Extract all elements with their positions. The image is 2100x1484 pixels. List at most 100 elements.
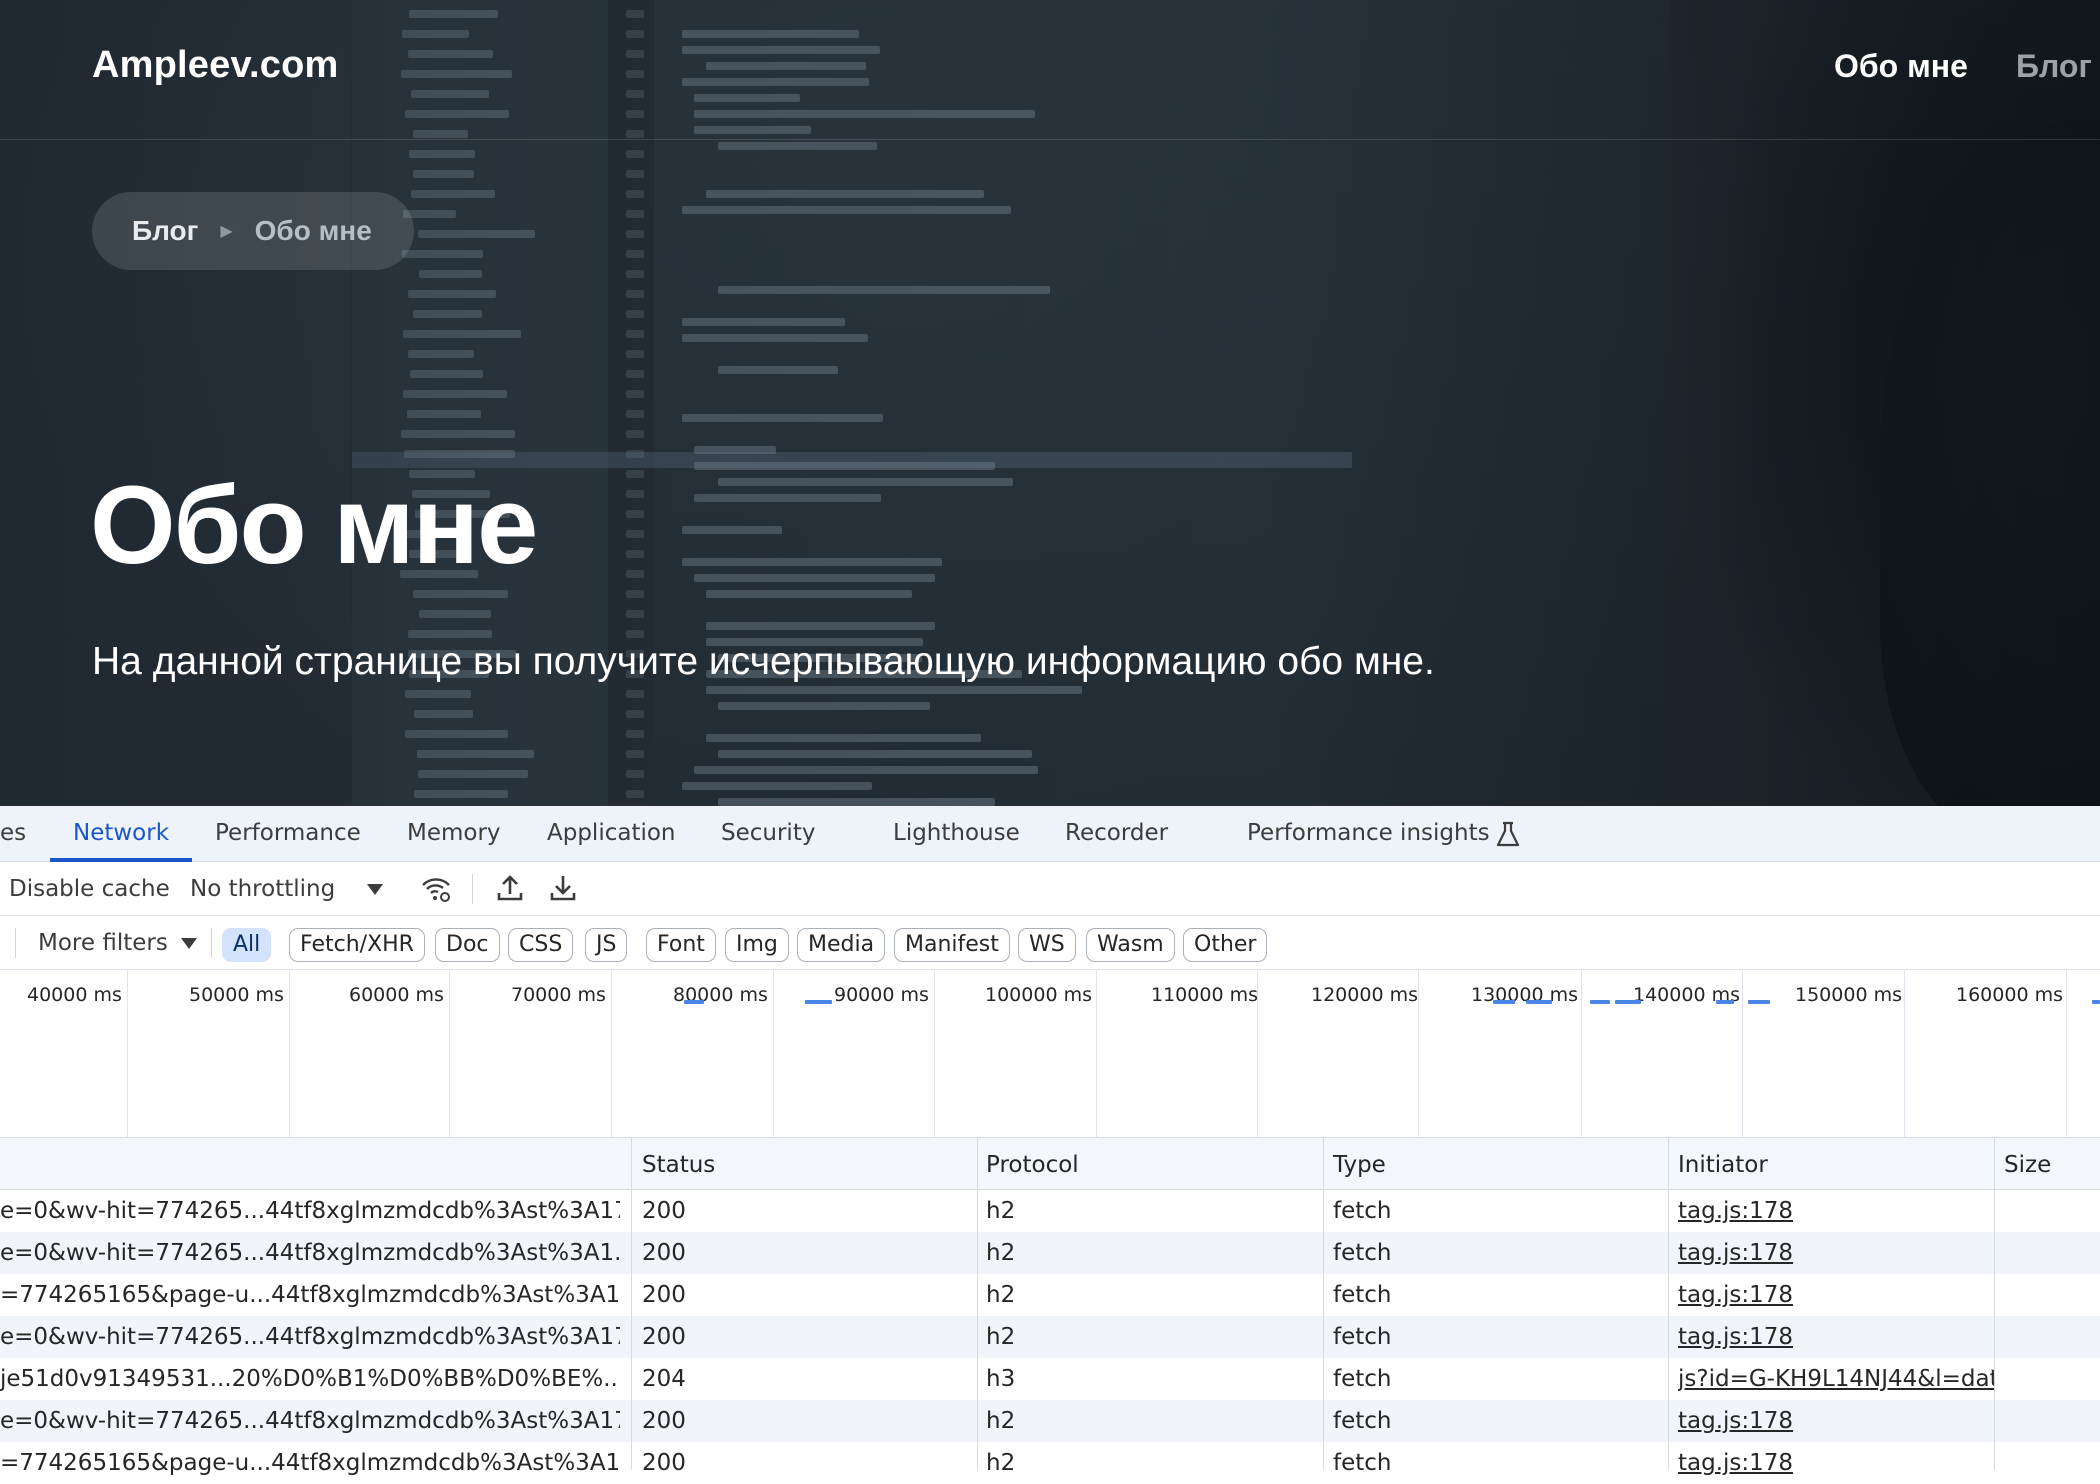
request-name-cell: e=0&wv-hit=774265...44tf8xglmzmdcdb%3Ast… bbox=[0, 1198, 620, 1224]
timeline-tick-label: 150000 ms bbox=[1795, 984, 1902, 1006]
disable-cache-checkbox[interactable]: Disable cache bbox=[9, 876, 170, 902]
filter-chip-img[interactable]: Img bbox=[725, 928, 789, 962]
column-divider bbox=[1323, 1138, 1324, 1470]
table-row[interactable]: e=0&wv-hit=774265...44tf8xglmzmdcdb%3Ast… bbox=[0, 1232, 2100, 1274]
tab-security[interactable]: Security bbox=[721, 820, 815, 846]
filter-chip-js[interactable]: JS bbox=[585, 928, 628, 962]
request-name-cell: e=0&wv-hit=774265...44tf8xglmzmdcdb%3Ast… bbox=[0, 1240, 620, 1266]
initiator-link[interactable]: tag.js:178 bbox=[1678, 1240, 1994, 1266]
table-row[interactable]: e=0&wv-hit=774265...44tf8xglmzmdcdb%3Ast… bbox=[0, 1316, 2100, 1358]
network-filter-bar: More filters All Fetch/XHR Doc CSS JS Fo… bbox=[0, 916, 2100, 970]
initiator-link[interactable]: js?id=G-KH9L14NJ44&l=dat bbox=[1678, 1366, 1994, 1392]
nav-link-about[interactable]: Обо мне bbox=[1834, 48, 1968, 85]
timeline-gridline bbox=[127, 970, 128, 1138]
filter-chip-wasm[interactable]: Wasm bbox=[1086, 928, 1175, 962]
waterfall-bar bbox=[1748, 1000, 1770, 1004]
throttling-select[interactable]: No throttling bbox=[190, 876, 335, 902]
column-header-initiator[interactable]: Initiator bbox=[1678, 1152, 1768, 1178]
initiator-link[interactable]: tag.js:178 bbox=[1678, 1408, 1994, 1434]
table-row[interactable]: e=0&wv-hit=774265...44tf8xglmzmdcdb%3Ast… bbox=[0, 1400, 2100, 1442]
status-cell: 200 bbox=[642, 1282, 686, 1308]
table-row[interactable]: je51d0v91349531...20%D0%B1%D0%BB%D0%BE%.… bbox=[0, 1358, 2100, 1400]
status-cell: 200 bbox=[642, 1450, 686, 1476]
column-divider bbox=[631, 1138, 632, 1470]
timeline-gridline bbox=[449, 970, 450, 1138]
timeline-gridline bbox=[1581, 970, 1582, 1138]
site-logo[interactable]: Ampleev.com bbox=[92, 44, 338, 87]
type-cell: fetch bbox=[1333, 1240, 1392, 1266]
initiator-link[interactable]: tag.js:178 bbox=[1678, 1282, 1994, 1308]
chevron-down-icon[interactable] bbox=[173, 927, 205, 959]
timeline-gridline bbox=[1418, 970, 1419, 1138]
timeline-tick-label: 40000 ms bbox=[27, 984, 122, 1006]
column-header-type[interactable]: Type bbox=[1333, 1152, 1386, 1178]
initiator-link[interactable]: tag.js:178 bbox=[1678, 1198, 1994, 1224]
status-cell: 200 bbox=[642, 1198, 686, 1224]
type-cell: fetch bbox=[1333, 1282, 1392, 1308]
import-har-icon[interactable] bbox=[494, 872, 526, 904]
network-conditions-icon[interactable] bbox=[420, 873, 452, 905]
request-name-cell: =774265165&page-u...44tf8xglmzmdcdb%3Ast… bbox=[0, 1282, 620, 1308]
filter-chip-fetch-xhr[interactable]: Fetch/XHR bbox=[289, 928, 425, 962]
tab-performance[interactable]: Performance bbox=[215, 820, 361, 846]
tab-lighthouse[interactable]: Lighthouse bbox=[893, 820, 1020, 846]
protocol-cell: h2 bbox=[986, 1450, 1016, 1476]
filter-chip-doc[interactable]: Doc bbox=[435, 928, 500, 962]
request-table-header: Status Protocol Type Initiator Size bbox=[0, 1138, 2100, 1190]
protocol-cell: h2 bbox=[986, 1324, 1016, 1350]
tab-network[interactable]: Network bbox=[73, 820, 169, 846]
request-name-cell: e=0&wv-hit=774265...44tf8xglmzmdcdb%3Ast… bbox=[0, 1324, 620, 1350]
column-header-protocol[interactable]: Protocol bbox=[986, 1152, 1079, 1178]
column-divider bbox=[1668, 1138, 1669, 1470]
waterfall-bar bbox=[1493, 1000, 1515, 1004]
protocol-cell: h2 bbox=[986, 1282, 1016, 1308]
nav-link-blog[interactable]: Блог bbox=[2016, 48, 2092, 85]
chevron-down-icon[interactable] bbox=[359, 873, 391, 905]
tab-recorder[interactable]: Recorder bbox=[1065, 820, 1168, 846]
tab-application[interactable]: Application bbox=[547, 820, 676, 846]
timeline-tick-label: 130000 ms bbox=[1471, 984, 1578, 1006]
timeline-gridline bbox=[2066, 970, 2067, 1138]
timeline-gridline bbox=[1742, 970, 1743, 1138]
hero-section: Ampleev.com Обо мне Блог Блог ▶ Обо мне … bbox=[0, 0, 2100, 806]
waterfall-bar bbox=[1615, 1000, 1641, 1004]
filter-chip-font[interactable]: Font bbox=[646, 928, 716, 962]
filter-chip-manifest[interactable]: Manifest bbox=[894, 928, 1010, 962]
timeline-gridline bbox=[1096, 970, 1097, 1138]
filter-chip-other[interactable]: Other bbox=[1183, 928, 1268, 962]
protocol-cell: h2 bbox=[986, 1408, 1016, 1434]
more-filters-dropdown[interactable]: More filters bbox=[38, 930, 168, 956]
table-row[interactable]: =774265165&page-u...44tf8xglmzmdcdb%3Ast… bbox=[0, 1442, 2100, 1484]
protocol-cell: h2 bbox=[986, 1240, 1016, 1266]
timeline-gridline bbox=[934, 970, 935, 1138]
protocol-cell: h2 bbox=[986, 1198, 1016, 1224]
tab-sources-partial[interactable]: es bbox=[0, 820, 26, 846]
column-header-size[interactable]: Size bbox=[2004, 1152, 2051, 1178]
tab-memory[interactable]: Memory bbox=[407, 820, 501, 846]
flask-icon bbox=[1496, 821, 1520, 847]
timeline-gridline bbox=[1904, 970, 1905, 1138]
status-cell: 204 bbox=[642, 1366, 686, 1392]
export-har-icon[interactable] bbox=[547, 872, 579, 904]
timeline-tick-label: 70000 ms bbox=[511, 984, 606, 1006]
filter-chip-css[interactable]: CSS bbox=[508, 928, 574, 962]
tab-performance-insights[interactable]: Performance insights bbox=[1247, 820, 1490, 846]
timeline-tick-label: 90000 ms bbox=[834, 984, 929, 1006]
initiator-link[interactable]: tag.js:178 bbox=[1678, 1324, 1994, 1350]
waterfall-bar bbox=[2092, 1000, 2100, 1004]
breadcrumb-current: Обо мне bbox=[254, 215, 372, 246]
filter-chip-media[interactable]: Media bbox=[797, 928, 886, 962]
table-row[interactable]: e=0&wv-hit=774265...44tf8xglmzmdcdb%3Ast… bbox=[0, 1190, 2100, 1232]
page-subtitle: На данной странице вы получите исчерпыва… bbox=[92, 640, 1435, 683]
filter-chip-all[interactable]: All bbox=[222, 928, 272, 962]
waterfall-bar bbox=[1590, 1000, 1610, 1004]
table-row[interactable]: =774265165&page-u...44tf8xglmzmdcdb%3Ast… bbox=[0, 1274, 2100, 1316]
network-overview-timeline[interactable]: 40000 ms 50000 ms 60000 ms 70000 ms 8000… bbox=[0, 970, 2100, 1138]
status-cell: 200 bbox=[642, 1324, 686, 1350]
initiator-link[interactable]: tag.js:178 bbox=[1678, 1450, 1994, 1476]
column-header-status[interactable]: Status bbox=[642, 1152, 715, 1178]
breadcrumb-link-blog[interactable]: Блог bbox=[132, 215, 198, 247]
filter-divider bbox=[211, 928, 212, 958]
filter-chip-ws[interactable]: WS bbox=[1018, 928, 1076, 962]
network-toolbar: Disable cache No throttling bbox=[0, 862, 2100, 916]
